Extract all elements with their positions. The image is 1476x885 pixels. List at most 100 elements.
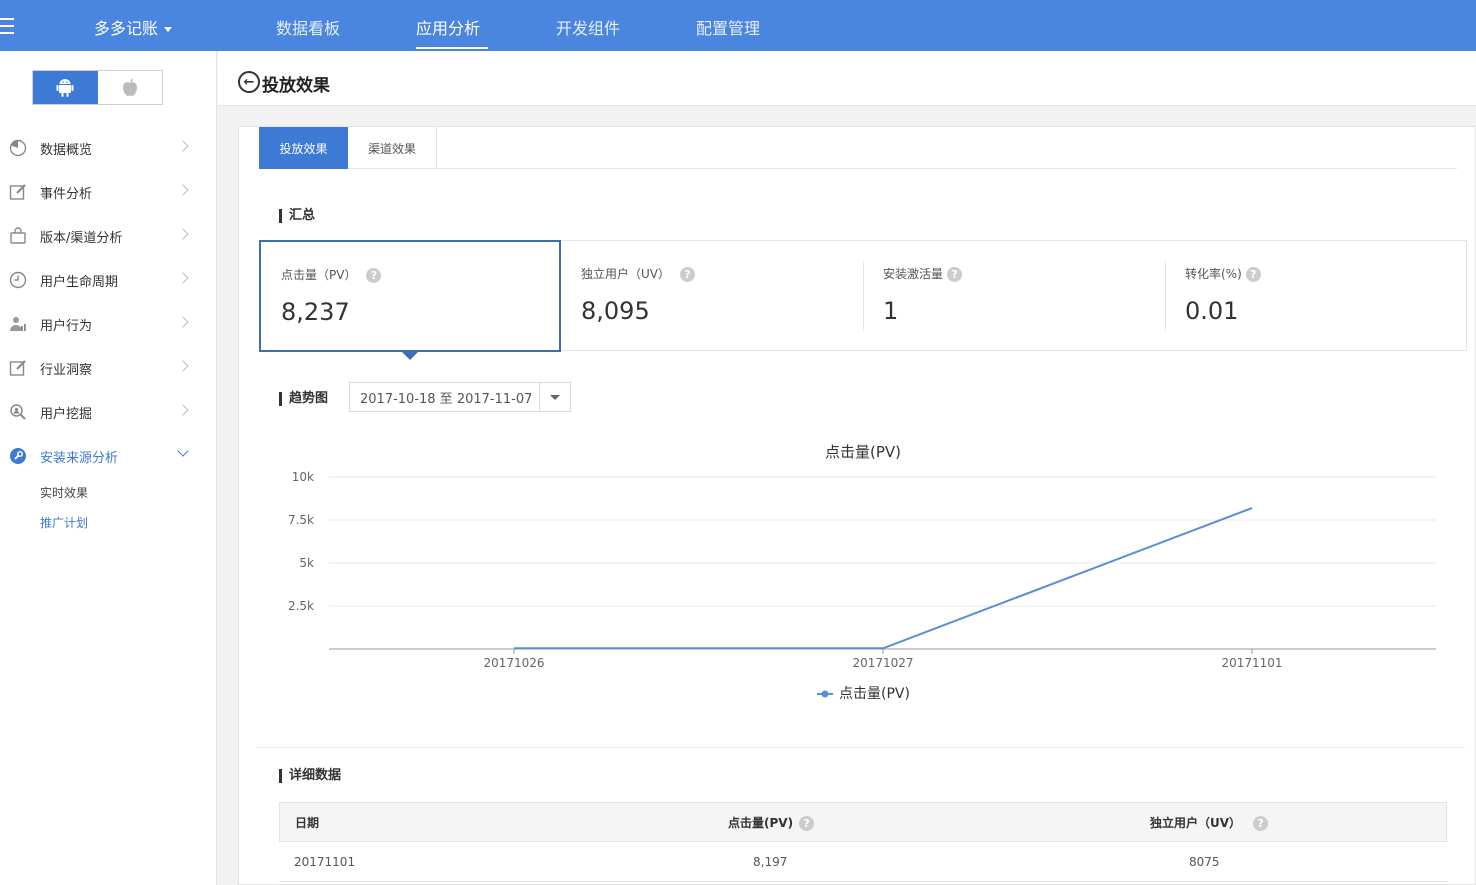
sidebar-item-mining[interactable]: 用户挖掘 xyxy=(0,390,217,434)
sidebar-item-install-source[interactable]: 安装来源分析 xyxy=(0,434,217,478)
series-line xyxy=(514,507,1253,650)
chevron-right-icon xyxy=(177,404,189,416)
submenu-item-promotion-plan[interactable]: 推广计划 xyxy=(0,508,217,538)
table-header: 日期 点击量(PV)? 独立用户（UV）? xyxy=(279,802,1447,842)
nav-app-analysis[interactable]: 应用分析 xyxy=(416,15,489,49)
column-header-uv: 独立用户（UV）? xyxy=(1150,803,1269,843)
sidebar-item-label: 事件分析 xyxy=(40,186,93,202)
sidebar-item-label: 版本/渠道分析 xyxy=(40,230,123,246)
detail-table: 日期 点击量(PV)? 独立用户（UV）? 20171101 8,197 807… xyxy=(279,802,1447,882)
detail-section-title: 详细数据 xyxy=(279,769,341,783)
tab-channel-effect[interactable]: 渠道效果 xyxy=(348,127,437,169)
ios-button[interactable] xyxy=(98,71,163,104)
kpi-selected-pointer xyxy=(401,351,419,360)
sidebar-item-behavior[interactable]: 用户行为 xyxy=(0,302,217,346)
y-tick-label: 7.5k xyxy=(288,513,314,527)
table-cell-uv: 8075 xyxy=(1189,855,1220,869)
clock-icon xyxy=(8,270,28,290)
date-range-dropdown-button[interactable] xyxy=(539,383,570,411)
table-cell-pv: 8,197 xyxy=(753,855,788,869)
x-tick-label: 20171026 xyxy=(483,656,544,670)
app-name: 多多记账 xyxy=(94,19,159,38)
column-header-pv: 点击量(PV)? xyxy=(728,803,815,843)
sidebar-item-lifecycle[interactable]: 用户生命周期 xyxy=(0,258,217,302)
y-tick-label: 2.5k xyxy=(288,599,314,613)
date-range-value: 2017-10-18 至 2017-11-07 xyxy=(360,391,533,407)
x-tick-label: 20171101 xyxy=(1221,656,1282,670)
help-icon[interactable]: ? xyxy=(799,816,815,831)
search-user-icon xyxy=(8,402,28,422)
back-arrow-icon[interactable]: ← xyxy=(238,71,260,93)
line-chart-svg: 点击量(PV) 2.5k 5k 7.5k 10k 20171026 20171027 201… xyxy=(288,443,1436,702)
android-button[interactable] xyxy=(33,71,98,104)
tab-placement-effect[interactable]: 投放效果 xyxy=(259,127,348,169)
kpi-uv[interactable]: 独立用户（UV）? 8,095 xyxy=(561,241,863,352)
main-panel: 投放效果 渠道效果 汇总 点击量（PV）? 8,237 独立用户（UV）? 8,… xyxy=(238,126,1476,885)
submenu-item-realtime[interactable]: 实时效果 xyxy=(0,478,217,508)
sidebar-item-industry[interactable]: 行业洞察 xyxy=(0,346,217,390)
nav-dashboard[interactable]: 数据看板 xyxy=(276,15,340,39)
caret-down-icon xyxy=(550,394,560,400)
section-divider xyxy=(257,747,1465,748)
x-tick-label: 20171027 xyxy=(852,656,913,670)
chevron-right-icon xyxy=(177,272,189,284)
summary-section-title: 汇总 xyxy=(279,209,315,223)
kpi-label: 转化率(%)? xyxy=(1185,265,1261,282)
table-cell-date: 20171101 xyxy=(294,855,356,869)
sidebar-item-label: 用户生命周期 xyxy=(40,274,119,290)
pie-chart-icon xyxy=(8,138,28,158)
sidebar-item-overview[interactable]: 数据概览 xyxy=(0,126,217,170)
tab-bar: 投放效果 渠道效果 xyxy=(259,127,1457,169)
trend-chart: 点击量(PV) 2.5k 5k 7.5k 10k 20171026 20171027 201… xyxy=(259,427,1459,727)
help-icon[interactable]: ? xyxy=(680,267,695,282)
sidebar-item-label: 用户挖掘 xyxy=(40,406,93,422)
menu-icon[interactable] xyxy=(0,14,14,36)
edit-icon xyxy=(8,182,28,202)
page-title: 投放效果 xyxy=(262,76,330,96)
android-icon xyxy=(56,78,74,97)
apple-icon xyxy=(122,78,137,96)
kpi-conversion[interactable]: 转化率(%)? 0.01 xyxy=(1165,241,1467,352)
y-tick-label: 5k xyxy=(299,556,314,570)
kpi-activations[interactable]: 安装激活量? 1 xyxy=(863,241,1165,352)
chart-title: 点击量(PV) xyxy=(825,443,901,461)
chevron-right-icon xyxy=(177,140,189,152)
top-navbar: 多多记账 数据看板 应用分析 开发组件 配置管理 xyxy=(0,0,1476,51)
trend-section-title: 趋势图 xyxy=(279,392,328,406)
sidebar-item-label: 行业洞察 xyxy=(40,362,93,378)
kpi-label: 点击量（PV）? xyxy=(281,266,382,283)
legend-dot-marker xyxy=(821,690,829,698)
date-range-picker[interactable]: 2017-10-18 至 2017-11-07 xyxy=(349,382,571,412)
kpi-value: 8,237 xyxy=(281,298,350,326)
caret-down-icon xyxy=(164,27,173,32)
help-icon[interactable]: ? xyxy=(366,268,382,283)
page-header: ← 投放效果 xyxy=(218,51,1476,106)
table-row[interactable]: 20171101 8,197 8075 xyxy=(279,842,1447,882)
kpi-label: 安装激活量? xyxy=(883,265,963,282)
user-chart-icon xyxy=(8,314,28,334)
sidebar-item-version-channel[interactable]: 版本/渠道分析 xyxy=(0,214,217,258)
app-switcher[interactable]: 多多记账 xyxy=(94,15,173,39)
sidebar-item-events[interactable]: 事件分析 xyxy=(0,170,217,214)
legend-label: 点击量(PV) xyxy=(839,686,910,702)
chevron-down-icon xyxy=(177,445,189,457)
kpi-value: 8,095 xyxy=(581,297,650,325)
kpi-value: 0.01 xyxy=(1185,297,1239,325)
chevron-right-icon xyxy=(177,316,189,328)
y-tick-label: 10k xyxy=(292,470,314,484)
sidebar-item-label: 安装来源分析 xyxy=(40,450,119,466)
sidebar: 数据概览 事件分析 版本/渠道分析 用户生命周期 用户行为 行业洞察 用户挖掘 … xyxy=(0,51,217,885)
sidebar-item-label: 用户行为 xyxy=(40,318,93,334)
chevron-right-icon xyxy=(177,228,189,240)
column-header-date: 日期 xyxy=(295,816,320,830)
sidebar-item-label: 数据概览 xyxy=(40,142,93,158)
help-icon[interactable]: ? xyxy=(947,267,963,282)
help-icon[interactable]: ? xyxy=(1253,816,1269,831)
help-icon[interactable]: ? xyxy=(1245,267,1261,282)
nav-config[interactable]: 配置管理 xyxy=(696,15,760,39)
os-toggle xyxy=(32,70,163,105)
kpi-label: 独立用户（UV）? xyxy=(581,265,695,282)
nav-dev-components[interactable]: 开发组件 xyxy=(556,15,620,39)
sidebar-menu: 数据概览 事件分析 版本/渠道分析 用户生命周期 用户行为 行业洞察 用户挖掘 … xyxy=(0,126,217,538)
kpi-pv[interactable]: 点击量（PV）? 8,237 xyxy=(259,240,561,352)
